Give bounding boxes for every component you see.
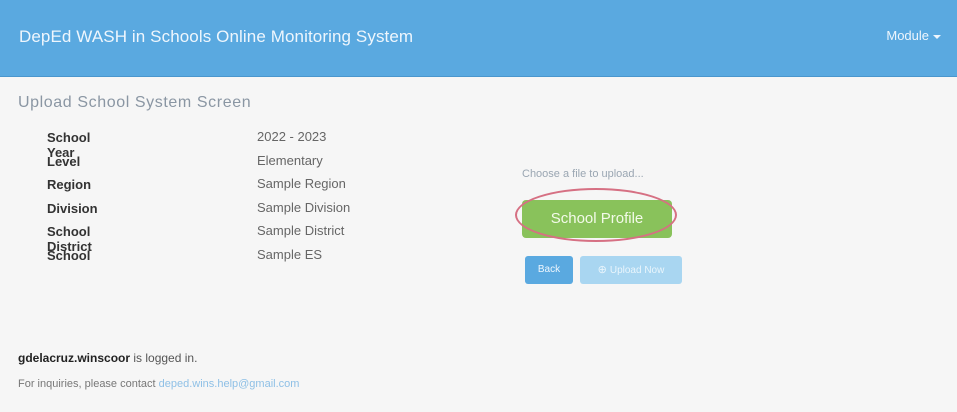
info-value: Sample ES [257, 246, 323, 262]
app-title[interactable]: DepEd WASH in Schools Online Monitoring … [19, 27, 413, 47]
upload-now-label: Upload Now [609, 265, 665, 276]
inquiry-prefix: For inquiries, please contact [18, 378, 159, 390]
choose-file-prompt[interactable]: Choose a file to upload... [522, 168, 644, 180]
info-value: Sample District [257, 223, 345, 238]
info-value: Elementary [257, 152, 323, 168]
info-label: School [47, 247, 91, 263]
module-dropdown[interactable]: Module [886, 28, 941, 43]
info-value: Sample Division [257, 199, 351, 215]
module-dropdown-label: Module [886, 28, 929, 43]
top-navbar: DepEd WASH in Schools Online Monitoring … [0, 0, 957, 77]
upload-icon: ⊕ [597, 264, 607, 276]
info-value: 2022 - 2023 [257, 129, 327, 144]
logged-in-suffix: is logged in. [130, 351, 198, 365]
screen-title: Upload School System Screen [18, 94, 252, 111]
upload-now-button[interactable]: ⊕ Upload Now [580, 256, 682, 284]
info-label: Region [47, 177, 92, 192]
info-label: Division [47, 200, 98, 216]
contact-email-link[interactable]: deped.wins.help@gmail.com [159, 378, 300, 390]
info-label: Level [47, 153, 81, 169]
inquiry-contact: For inquiries, please contact deped.wins… [18, 378, 299, 390]
back-button[interactable]: Back [525, 256, 573, 284]
caret-down-icon [933, 34, 941, 39]
page: DepEd WASH in Schools Online Monitoring … [0, 0, 957, 412]
logged-in-status: gdelacruz.winscoor is logged in. [18, 351, 197, 365]
username: gdelacruz.winscoor [18, 351, 131, 365]
info-value: Sample Region [257, 176, 346, 191]
school-profile-button[interactable]: School Profile [522, 200, 672, 238]
